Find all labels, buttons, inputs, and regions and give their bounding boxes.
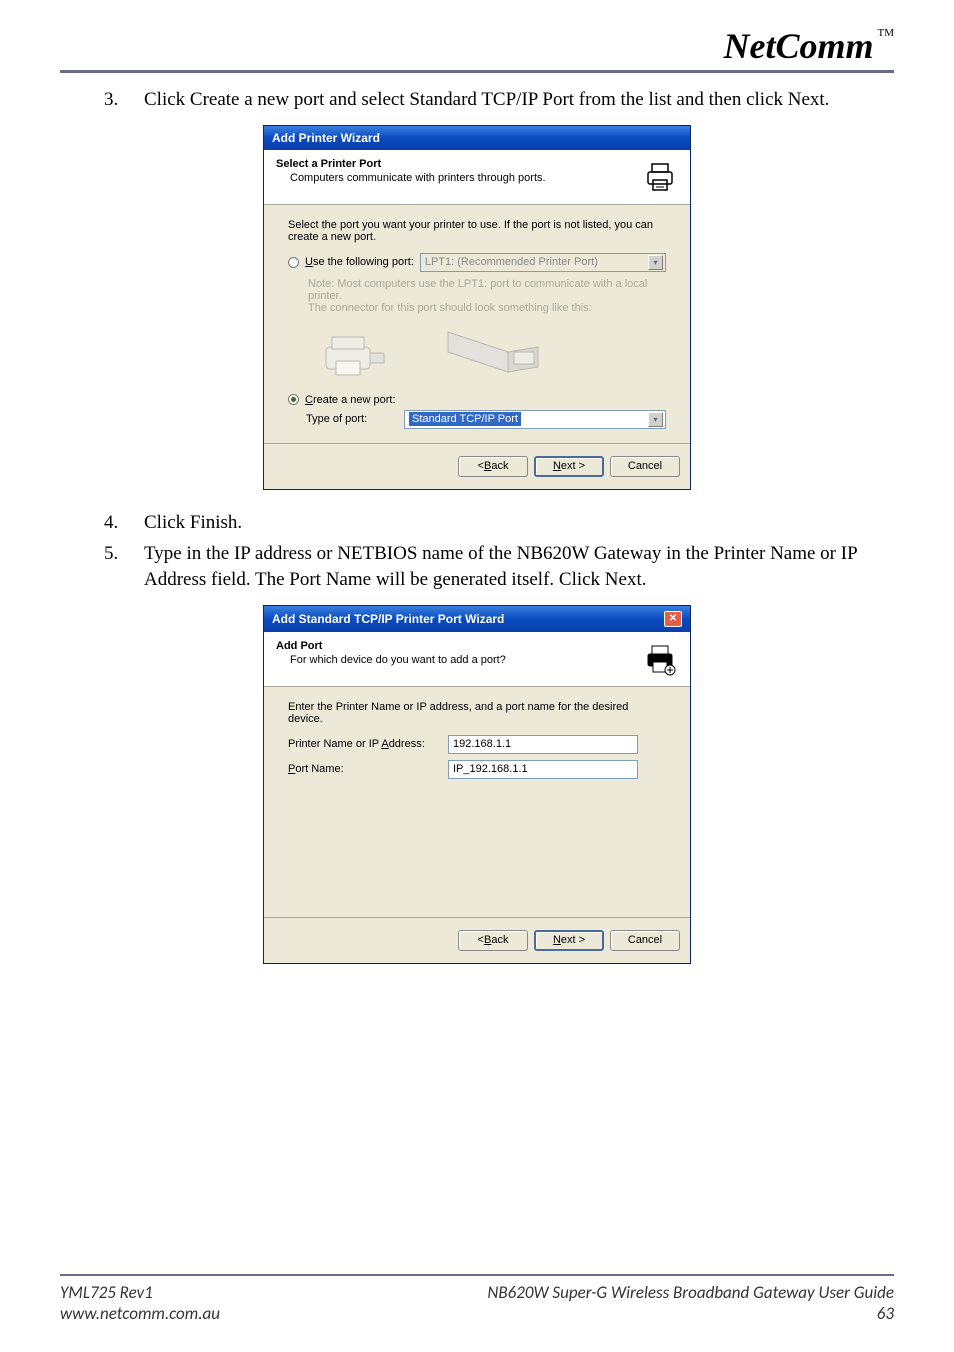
note-line2: The connector for this port should look … [308,302,666,314]
lbl-rest: ddress: [389,738,425,750]
label-u: U [305,256,313,268]
dialog2-title: Add Standard TCP/IP Printer Port Wizard [272,612,504,626]
footer-url: www.netcomm.com.au [60,1303,220,1324]
lbl-rest2: ort Name: [295,763,343,775]
radio-create-label: Create a new port: [305,394,396,406]
type-of-port-label: Type of port: [306,413,398,425]
dialog1-banner: Select a Printer Port Computers communic… [264,150,690,205]
back-button[interactable]: < Back [458,930,528,951]
next-rest2: ext > [561,934,585,946]
printer-address-row: Printer Name or IP Address: 192.168.1.1 [288,735,666,754]
parallel-connector-icon [438,322,548,382]
cancel-button[interactable]: Cancel [610,930,680,951]
footer-page-number: 63 [487,1303,894,1324]
radio-use-following[interactable] [288,257,299,268]
back-rest2: ack [491,934,508,946]
step-5: 5. Type in the IP address or NETBIOS nam… [104,541,894,592]
step-text: Click Finish. [144,510,894,536]
cancel-text: Cancel [628,460,662,472]
dialog2-banner: Add Port For which device do you want to… [264,632,690,687]
printer-address-value: 192.168.1.1 [453,738,511,750]
dialog2-title-bar[interactable]: Add Standard TCP/IP Printer Port Wizard … [264,606,690,632]
following-port-value: LPT1: (Recommended Printer Port) [425,256,598,268]
port-name-row: Port Name: IP_192.168.1.1 [288,760,666,779]
chevron-down-icon[interactable]: ▾ [648,412,663,427]
back-rest: ack [491,460,508,472]
back-u2: B [484,934,491,946]
lbl-pre: Printer Name or IP [288,738,381,750]
close-button[interactable]: ✕ [664,611,682,627]
next-button[interactable]: Next > [534,456,604,477]
footer-left: YML725 Rev1 www.netcomm.com.au [60,1282,220,1324]
footer-doc-title: NB620W Super-G Wireless Broadband Gatewa… [487,1282,894,1303]
page-header: NetComm TM [60,28,894,73]
type-of-port-dropdown[interactable]: Standard TCP/IP Port ▾ [404,410,666,429]
dialog1-banner-title: Select a Printer Port [276,158,642,170]
dialog2-banner-sub: For which device do you want to add a po… [290,654,642,666]
dialog2-banner-text: Add Port For which device do you want to… [276,640,642,666]
footer-rev: YML725 Rev1 [60,1282,220,1303]
printer-icon [642,158,678,194]
close-icon: ✕ [669,613,677,624]
following-port-dropdown: LPT1: (Recommended Printer Port) ▾ [420,253,666,272]
back-button[interactable]: < Back [458,456,528,477]
next-u: N [553,460,561,472]
dialog1-intro: Select the port you want your printer to… [288,219,666,243]
page: NetComm TM 3. Click Create a new port and… [0,0,954,1352]
label-rest: se the following port: [313,256,414,268]
trademark: TM [878,27,895,39]
type-of-port-row: Type of port: Standard TCP/IP Port ▾ [306,410,666,429]
cancel-text2: Cancel [628,934,662,946]
printer-address-label: Printer Name or IP Address: [288,738,438,750]
add-tcpip-port-wizard-dialog: Add Standard TCP/IP Printer Port Wizard … [263,605,691,964]
footer-right: NB620W Super-G Wireless Broadband Gatewa… [487,1282,894,1324]
port-name-label: Port Name: [288,763,438,775]
page-footer: YML725 Rev1 www.netcomm.com.au NB620W Su… [60,1274,894,1324]
lbl-u: A [381,738,388,750]
instruction-list-2: 4. Click Finish. 5. Type in the IP addre… [104,510,894,593]
label-rest2: reate a new port: [313,394,396,406]
option-create-new-port[interactable]: Create a new port: [288,394,666,406]
logo-text: NetComm [724,26,874,66]
dialog2-banner-title: Add Port [276,640,642,652]
dialog2-body: Enter the Printer Name or IP address, an… [264,687,690,917]
next-rest: ext > [561,460,585,472]
printer-address-input[interactable]: 192.168.1.1 [448,735,638,754]
dialog1-banner-sub: Computers communicate with printers thro… [290,172,642,184]
dialog2-buttons: < Back Next > Cancel [264,917,690,963]
chevron-down-icon: ▾ [648,255,663,270]
option-use-following-port[interactable]: Use the following port: LPT1: (Recommend… [288,253,666,272]
step-3: 3. Click Create a new port and select St… [104,87,894,113]
netcomm-logo: NetComm TM [724,28,895,64]
next-button[interactable]: Next > [534,930,604,951]
dialog1-title: Add Printer Wizard [272,131,380,145]
dialog1-buttons: < Back Next > Cancel [264,443,690,489]
step-text: Type in the IP address or NETBIOS name o… [144,541,894,592]
printer-connector-icon [318,327,398,377]
type-of-port-value: Standard TCP/IP Port [409,412,521,426]
radio-create-new-port[interactable] [288,394,299,405]
port-name-input[interactable]: IP_192.168.1.1 [448,760,638,779]
radio-use-following-label: Use the following port: [305,256,414,268]
step-number: 4. [104,510,144,536]
step-number: 5. [104,541,144,592]
port-name-value: IP_192.168.1.1 [453,763,528,775]
dialog1-body: Select the port you want your printer to… [264,205,690,443]
dialog1-title-bar[interactable]: Add Printer Wizard [264,126,690,150]
step-number: 3. [104,87,144,113]
next-u2: N [553,934,561,946]
label-u2: C [305,394,313,406]
dialog2-intro: Enter the Printer Name or IP address, an… [288,701,666,725]
instruction-list: 3. Click Create a new port and select St… [104,87,894,113]
step-text: Click Create a new port and select Stand… [144,87,894,113]
note-block: Note: Most computers use the LPT1: port … [308,278,666,314]
dialog1-banner-text: Select a Printer Port Computers communic… [276,158,642,184]
add-printer-wizard-dialog: Add Printer Wizard Select a Printer Port… [263,125,691,490]
note-line1: Note: Most computers use the LPT1: port … [308,278,666,302]
back-u: B [484,460,491,472]
port-illustrations [318,322,666,382]
step-4: 4. Click Finish. [104,510,894,536]
printer-network-icon [642,640,678,676]
cancel-button[interactable]: Cancel [610,456,680,477]
